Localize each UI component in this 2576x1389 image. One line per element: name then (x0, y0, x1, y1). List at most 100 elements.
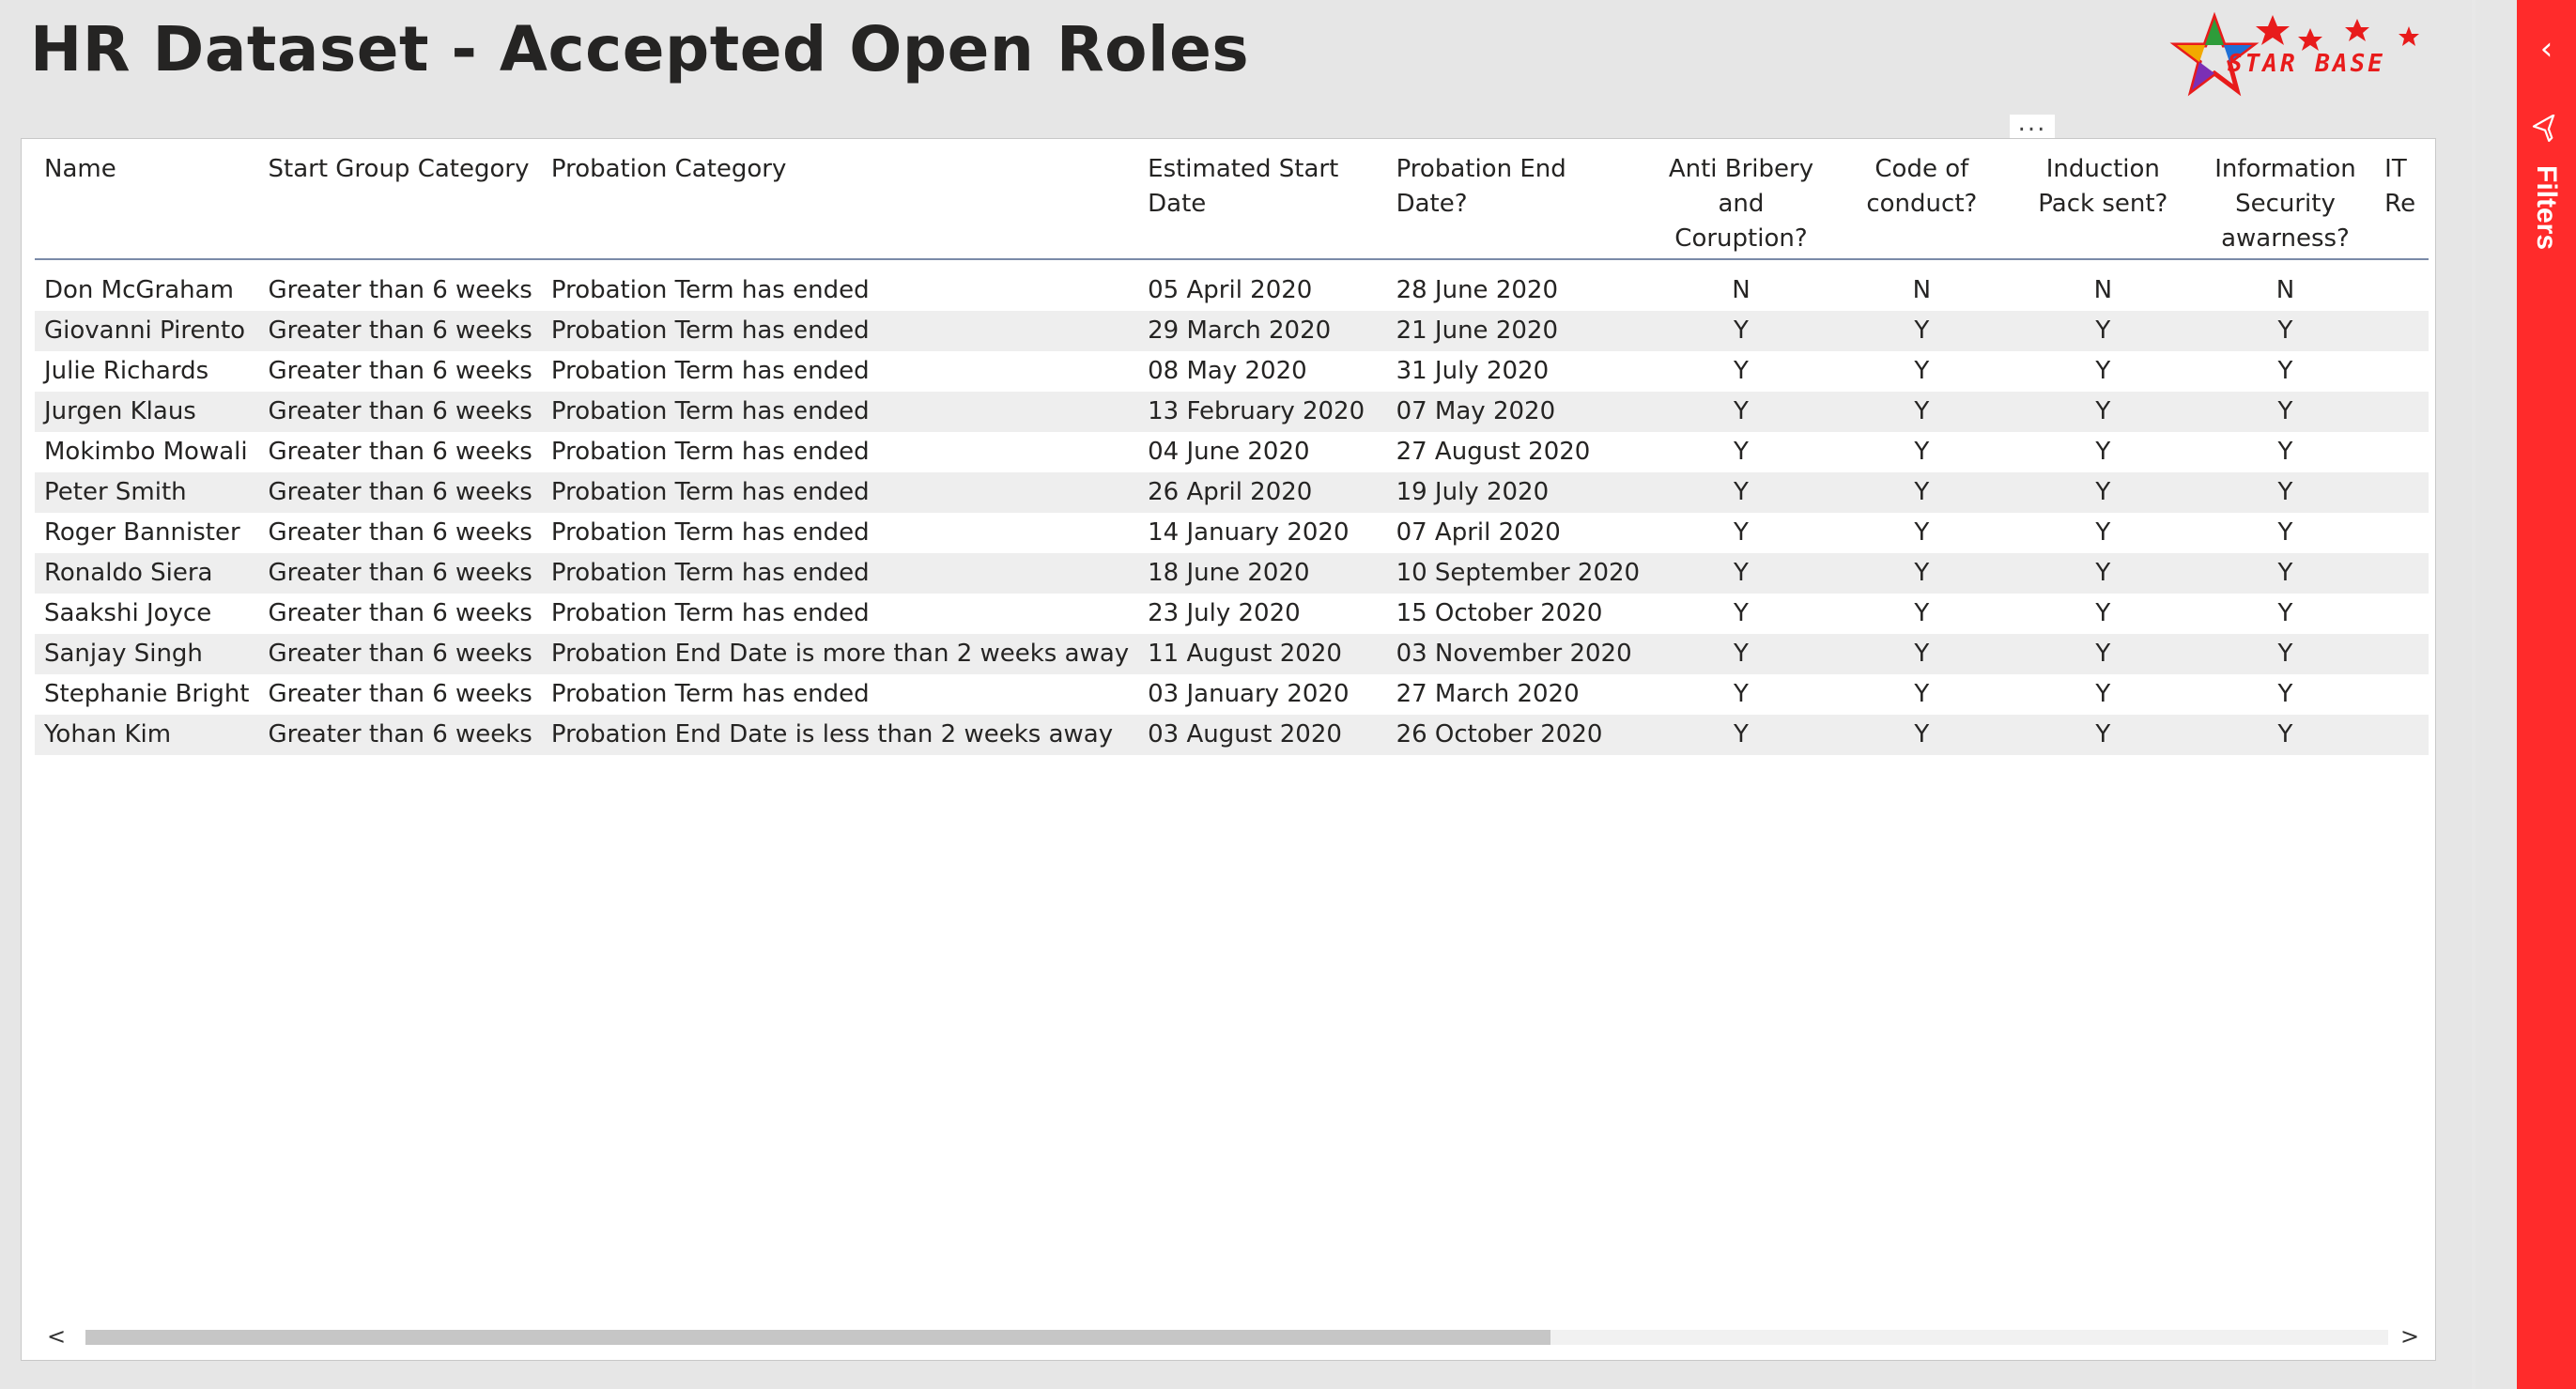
scroll-right-arrow-icon[interactable]: > (2396, 1324, 2424, 1349)
horizontal-scrollbar[interactable]: < > (42, 1324, 2428, 1349)
cell-estimated-start-date: 14 January 2020 (1148, 518, 1350, 547)
filters-pane[interactable]: ‹ Filters (2517, 0, 2576, 1389)
cell-it-re (2375, 432, 2429, 472)
cell-anti-bribery: Y (1649, 311, 1833, 351)
cell-information-security: N (2275, 276, 2295, 304)
table-visual: Name Start Group Category Probation Cate… (21, 138, 2436, 1361)
table-row[interactable]: Don McGraham Greater than 6 weeks Probatio… (35, 270, 2429, 311)
cell-estimated-start-date: 08 May 2020 (1148, 357, 1307, 385)
cell-start-group-category: Greater than 6 weeks (268, 680, 532, 708)
cell-probation-category: Probation End Date is more than 2 weeks … (541, 634, 1139, 674)
table-row[interactable]: Giovanni Pirento Greater than 6 weeks Prob… (35, 311, 2429, 351)
cell-start-group-category: Greater than 6 weeks (268, 518, 532, 547)
cell-induction-pack: Y (2010, 311, 2196, 351)
cell-code-of-conduct: Y (1832, 634, 2011, 674)
table-row[interactable]: Peter Smith Greater than 6 weeks Probation… (35, 472, 2429, 513)
scrollbar-thumb[interactable] (85, 1330, 1550, 1345)
cell-estimated-start-date: 18 June 2020 (1138, 553, 1387, 594)
cell-probation-end-date: 27 March 2020 (1396, 680, 1580, 708)
table-row[interactable]: Jurgen Klaus Greater than 6 weeks Probatio… (35, 392, 2429, 432)
table-row[interactable]: Sanjay Singh Greater than 6 weeks Probatio… (35, 634, 2429, 674)
cell-anti-bribery: Y (1734, 357, 1749, 385)
cell-estimated-start-date: 05 April 2020 (1148, 276, 1313, 304)
funnel-icon (2532, 115, 2555, 143)
cell-name: Sanjay Singh (35, 634, 259, 674)
cell-probation-end-date: 10 September 2020 (1386, 553, 1650, 594)
cell-anti-bribery: Y (1734, 680, 1749, 708)
cell-start-group-category: Greater than 6 weeks (268, 357, 532, 385)
cell-probation-category: Probation Term has ended (550, 438, 870, 466)
table-row[interactable]: Saakshi Joyce Greater than 6 weeks Probati… (35, 594, 2429, 634)
cell-it-re (2375, 392, 2429, 432)
cell-it-re (2375, 715, 2429, 755)
cell-probation-end-date: 28 June 2020 (1396, 276, 1558, 304)
cell-estimated-start-date: 13 February 2020 (1138, 392, 1387, 432)
cell-probation-category: Probation Term has ended (550, 599, 870, 627)
cell-code-of-conduct: Y (1914, 680, 1930, 708)
column-header-information-security[interactable]: Information Security awarness? (2195, 139, 2376, 260)
cell-probation-end-date: 15 October 2020 (1396, 599, 1603, 627)
table-row[interactable]: Mokimbo Mowali Greater than 6 weeks Probat… (35, 432, 2429, 472)
cell-name: Giovanni Pirento (35, 311, 259, 351)
column-header-code-of-conduct[interactable]: Code of conduct? (1832, 139, 2011, 260)
cell-anti-bribery: Y (1649, 634, 1833, 674)
cell-information-security: Y (2195, 634, 2376, 674)
cell-start-group-category: Greater than 6 weeks (258, 715, 542, 755)
cell-probation-end-date: 27 August 2020 (1396, 438, 1591, 466)
table-row[interactable]: Roger Bannister Greater than 6 weeks Proba… (35, 513, 2429, 553)
cell-information-security: Y (2277, 357, 2293, 385)
cell-probation-end-date: 31 July 2020 (1396, 357, 1550, 385)
cell-probation-end-date: 07 May 2020 (1386, 392, 1650, 432)
cell-probation-category: Probation Term has ended (541, 311, 1139, 351)
column-header-probation-end-date[interactable]: Probation End Date? (1386, 139, 1650, 260)
cell-information-security: Y (2195, 715, 2376, 755)
cell-information-security: Y (2195, 392, 2376, 432)
column-header-estimated-start-date[interactable]: Estimated Start Date (1138, 139, 1387, 260)
filters-label[interactable]: Filters (2530, 165, 2562, 278)
table-header-row: Name Start Group Category Probation Cate… (35, 139, 2429, 260)
cell-start-group-category: Greater than 6 weeks (258, 472, 542, 513)
cell-it-re (2375, 513, 2429, 553)
cell-induction-pack: Y (2010, 392, 2196, 432)
cell-information-security: Y (2195, 472, 2376, 513)
table-row[interactable]: Stephanie Bright Greater than 6 weeks Prob… (35, 674, 2429, 715)
column-header-name[interactable]: Name (35, 139, 259, 260)
cell-information-security: Y (2195, 311, 2376, 351)
cell-name: Mokimbo Mowali (44, 438, 248, 466)
column-header-anti-bribery[interactable]: Anti Bribery and Coruption? (1649, 139, 1833, 260)
cell-estimated-start-date: 11 August 2020 (1138, 634, 1387, 674)
cell-information-security: Y (2277, 518, 2293, 547)
star-base-logo: STAR BASE (2169, 11, 2419, 97)
column-header-induction-pack[interactable]: Induction Pack sent? (2010, 139, 2196, 260)
cell-it-re (2375, 311, 2429, 351)
cell-probation-end-date: 19 July 2020 (1386, 472, 1650, 513)
table-row[interactable]: Yohan Kim Greater than 6 weeks Probation E… (35, 715, 2429, 755)
cell-start-group-category: Greater than 6 weeks (258, 311, 542, 351)
cell-probation-category: Probation Term has ended (550, 276, 870, 304)
chevron-left-icon[interactable]: ‹ (2517, 21, 2576, 77)
cell-induction-pack: Y (2095, 680, 2111, 708)
cell-induction-pack: Y (2010, 553, 2196, 594)
cell-induction-pack: Y (2010, 634, 2196, 674)
cell-anti-bribery: Y (1734, 438, 1749, 466)
report-canvas: HR Dataset - Accepted Open Roles STAR BA… (0, 0, 2472, 1389)
cell-induction-pack: Y (2010, 472, 2196, 513)
cell-it-re (2375, 674, 2429, 715)
table-row[interactable]: Ronaldo Siera Greater than 6 weeks Probati… (35, 553, 2429, 594)
cell-start-group-category: Greater than 6 weeks (258, 553, 542, 594)
table-body: Don McGraham Greater than 6 weeks Probatio… (35, 259, 2429, 755)
cell-name: Jurgen Klaus (35, 392, 259, 432)
column-header-it-re[interactable]: IT Re (2375, 139, 2429, 260)
column-header-probation-category[interactable]: Probation Category (541, 139, 1139, 260)
scroll-left-arrow-icon[interactable]: < (42, 1324, 70, 1349)
cell-it-re (2375, 634, 2429, 674)
table-row[interactable]: Julie Richards Greater than 6 weeks Probat… (35, 351, 2429, 392)
cell-probation-end-date: 07 April 2020 (1396, 518, 1561, 547)
column-header-start-group-category[interactable]: Start Group Category (258, 139, 542, 260)
cell-induction-pack: Y (2010, 715, 2196, 755)
more-options-button[interactable]: ... (2010, 111, 2055, 141)
cell-code-of-conduct: Y (1914, 599, 1930, 627)
cell-name: Roger Bannister (44, 518, 240, 547)
cell-estimated-start-date: 26 April 2020 (1138, 472, 1387, 513)
cell-probation-category: Probation Term has ended (550, 680, 870, 708)
